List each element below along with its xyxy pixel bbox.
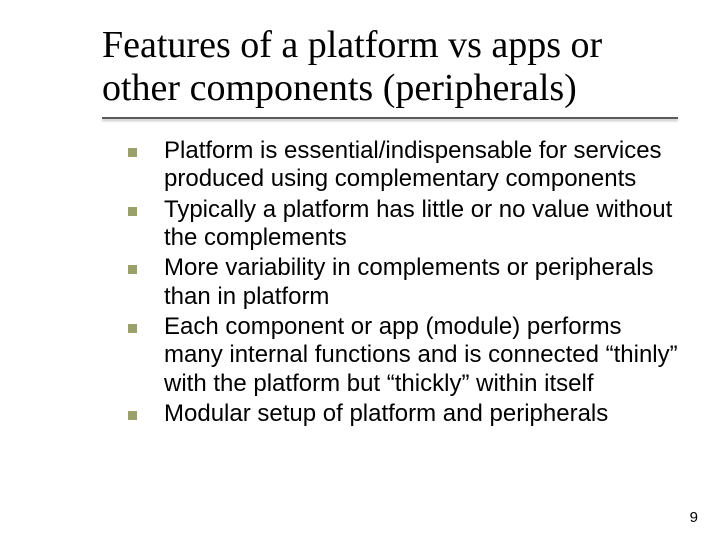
square-bullet-icon	[128, 411, 137, 420]
bullet-list: Platform is essential/indispensable for …	[102, 137, 678, 428]
bullet-text: Each component or app (module) performs …	[164, 313, 678, 397]
bullet-text: Modular setup of platform and peripheral…	[164, 400, 608, 427]
slide: Features of a platform vs apps or other …	[0, 0, 720, 540]
square-bullet-icon	[128, 324, 137, 333]
list-item: Each component or app (module) performs …	[128, 313, 678, 398]
list-item: More variability in complements or perip…	[128, 254, 678, 311]
page-number: 9	[690, 509, 698, 526]
bullet-text: Platform is essential/indispensable for …	[164, 137, 662, 192]
title-underline	[102, 117, 678, 119]
list-item: Typically a platform has little or no va…	[128, 196, 678, 253]
list-item: Platform is essential/indispensable for …	[128, 137, 678, 194]
list-item: Modular setup of platform and peripheral…	[128, 400, 678, 428]
square-bullet-icon	[128, 265, 137, 274]
bullet-text: More variability in complements or perip…	[164, 254, 654, 309]
square-bullet-icon	[128, 207, 137, 216]
slide-title: Features of a platform vs apps or other …	[102, 24, 678, 109]
bullet-text: Typically a platform has little or no va…	[164, 196, 672, 251]
square-bullet-icon	[128, 148, 137, 157]
